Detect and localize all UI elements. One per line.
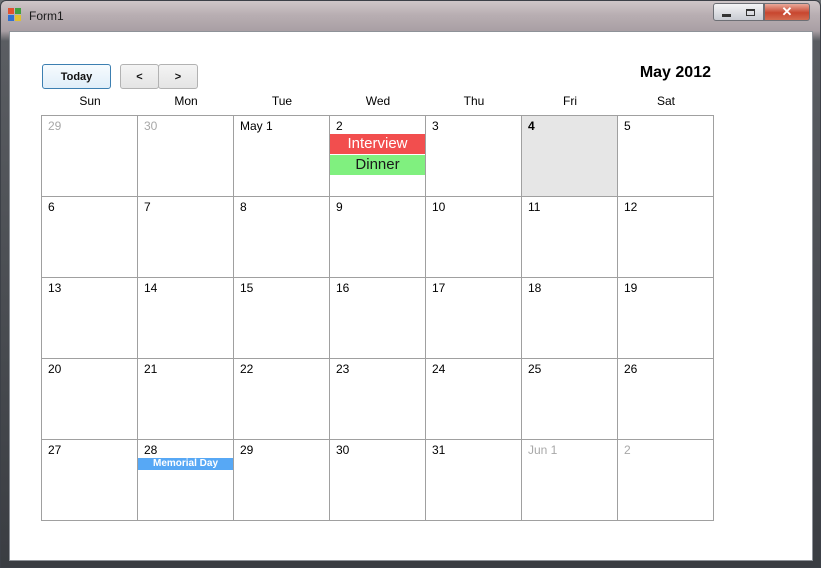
day-cell[interactable]: 9 — [329, 196, 426, 278]
day-number: 23 — [336, 362, 350, 376]
maximize-icon — [746, 8, 755, 16]
day-number: 18 — [528, 281, 542, 295]
next-month-button[interactable]: > — [158, 64, 198, 89]
month-title: May 2012 — [639, 64, 711, 81]
day-cell[interactable]: 18 — [521, 277, 618, 359]
day-number: 31 — [432, 443, 446, 457]
minimize-icon — [721, 13, 731, 17]
day-cell[interactable]: 26 — [617, 358, 714, 440]
day-number: 2 — [624, 443, 631, 457]
day-number: 8 — [240, 200, 247, 214]
day-number: 21 — [144, 362, 158, 376]
day-cell[interactable]: Jun 1 — [521, 439, 618, 521]
month-grid: 29 30 May 1 2 Interview Dinner 3 4 5 6 7 8 9 10 11 12 13… — [41, 115, 714, 521]
prev-month-button[interactable]: < — [120, 64, 159, 89]
weekday-header: Sun Mon Tue Wed Thu Fri Sat — [42, 94, 714, 110]
day-number: 25 — [528, 362, 542, 376]
day-cell[interactable]: 12 — [617, 196, 714, 278]
weekday-label: Mon — [174, 94, 198, 108]
day-cell[interactable]: 15 — [233, 277, 330, 359]
app-window: Form1 ✕ Today < > May 2012 Sun Mon Tue W… — [0, 0, 821, 568]
maximize-button[interactable] — [738, 3, 764, 21]
day-number: 29 — [240, 443, 254, 457]
day-number: 14 — [144, 281, 158, 295]
day-cell[interactable]: 30 — [329, 439, 426, 521]
weekday-label: Tue — [271, 94, 293, 108]
day-number: 12 — [624, 200, 638, 214]
form-client-area: Today < > May 2012 Sun Mon Tue Wed Thu F… — [9, 31, 813, 561]
day-cell[interactable]: 10 — [425, 196, 522, 278]
day-number: 20 — [48, 362, 62, 376]
day-cell[interactable]: 28 Memorial Day — [137, 439, 234, 521]
close-icon: ✕ — [781, 4, 793, 19]
title-bar[interactable]: Form1 ✕ — [1, 1, 820, 31]
day-number: 13 — [48, 281, 62, 295]
day-cell[interactable]: 13 — [41, 277, 138, 359]
day-cell[interactable]: 7 — [137, 196, 234, 278]
day-cell[interactable]: 21 — [137, 358, 234, 440]
day-cell[interactable]: 5 — [617, 115, 714, 197]
day-cell[interactable]: May 1 — [233, 115, 330, 197]
weekday-label: Thu — [463, 94, 485, 108]
day-cell[interactable]: 27 — [41, 439, 138, 521]
day-number: 11 — [528, 200, 541, 214]
today-button[interactable]: Today — [42, 64, 111, 89]
calendar-event[interactable]: Interview — [330, 134, 425, 154]
day-number: 7 — [144, 200, 151, 214]
day-cell[interactable]: 29 — [41, 115, 138, 197]
day-cell[interactable]: 2 Interview Dinner — [329, 115, 426, 197]
day-number: 19 — [624, 281, 638, 295]
day-cell[interactable]: 22 — [233, 358, 330, 440]
day-cell[interactable]: 11 — [521, 196, 618, 278]
day-number: 27 — [48, 443, 62, 457]
day-number: 6 — [48, 200, 55, 214]
day-number: 5 — [624, 119, 631, 133]
weekday-label: Sat — [656, 94, 675, 108]
calendar-event[interactable]: Memorial Day — [138, 458, 233, 470]
day-number: 3 — [432, 119, 439, 133]
day-number: 30 — [336, 443, 350, 457]
day-number: 4 — [528, 119, 535, 133]
day-cell[interactable]: 3 — [425, 115, 522, 197]
day-cell[interactable]: 14 — [137, 277, 234, 359]
day-cell[interactable]: 23 — [329, 358, 426, 440]
window-title: Form1 — [29, 9, 64, 23]
minimize-button[interactable] — [713, 3, 739, 21]
weekday-label: Sun — [79, 94, 101, 108]
day-number: 9 — [336, 200, 343, 214]
day-number: 10 — [432, 200, 446, 214]
day-cell[interactable]: 29 — [233, 439, 330, 521]
day-number: Jun 1 — [528, 443, 558, 457]
weekday-label: Wed — [365, 94, 391, 108]
app-icon — [8, 8, 22, 22]
day-cell[interactable]: 25 — [521, 358, 618, 440]
day-cell[interactable]: 17 — [425, 277, 522, 359]
day-number: 15 — [240, 281, 254, 295]
day-cell[interactable]: 16 — [329, 277, 426, 359]
day-number: 2 — [336, 119, 343, 133]
day-cell[interactable]: 24 — [425, 358, 522, 440]
day-cell[interactable]: 8 — [233, 196, 330, 278]
day-cell[interactable]: 19 — [617, 277, 714, 359]
day-cell[interactable]: 31 — [425, 439, 522, 521]
day-cell[interactable]: 20 — [41, 358, 138, 440]
day-cell[interactable]: 6 — [41, 196, 138, 278]
day-number: 28 — [144, 443, 158, 457]
day-cell[interactable]: 4 — [521, 115, 618, 197]
day-cell[interactable]: 30 — [137, 115, 234, 197]
weekday-label: Fri — [563, 94, 577, 108]
day-number: May 1 — [240, 119, 273, 133]
day-number: 29 — [48, 119, 62, 133]
calendar-event[interactable]: Dinner — [330, 155, 425, 175]
day-number: 30 — [144, 119, 158, 133]
close-button[interactable]: ✕ — [764, 3, 810, 21]
day-cell[interactable]: 2 — [617, 439, 714, 521]
day-number: 26 — [624, 362, 638, 376]
day-number: 17 — [432, 281, 446, 295]
day-number: 22 — [240, 362, 254, 376]
day-number: 16 — [336, 281, 350, 295]
day-number: 24 — [432, 362, 446, 376]
